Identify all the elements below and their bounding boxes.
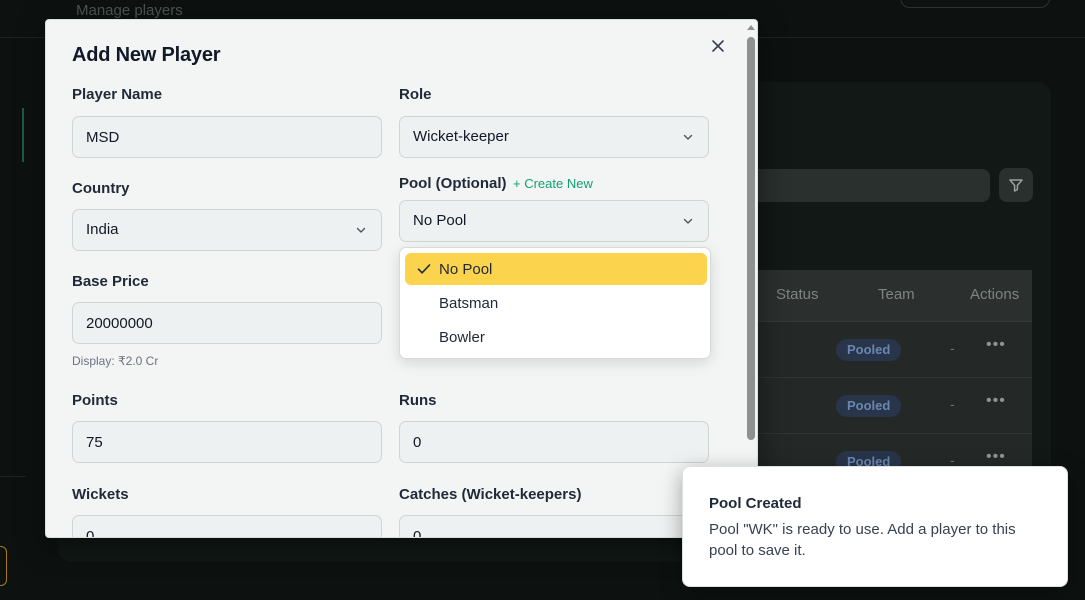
country-select[interactable]: India [72,209,382,251]
country-label: Country [72,180,130,197]
wickets-input[interactable] [72,515,382,537]
pool-option-no-pool[interactable]: No Pool [405,253,707,285]
player-name-input[interactable] [72,116,382,158]
pool-label: Pool (Optional) [399,175,507,192]
table-header: Status Team Actions [740,270,1032,322]
toast-notification: Pool Created Pool "WK" is ready to use. … [682,466,1068,587]
scroll-up-arrow-icon[interactable] [747,25,755,30]
chevron-down-icon [683,218,693,224]
more-actions-icon: ••• [986,336,1006,353]
table-row: Pooled - ••• [740,322,1032,378]
team-cell: - [950,396,955,412]
create-pool-link[interactable]: + Create New [513,176,593,191]
option-label: Batsman [439,295,499,312]
player-name-label: Player Name [72,86,163,103]
pool-dropdown-menu: No Pool Batsman Bowler [399,247,711,359]
toast-message: Pool "WK" is ready to use. Add a player … [709,521,1016,559]
top-action-button [900,0,1050,8]
page-subtitle: Manage players [76,2,183,19]
column-header-team: Team [878,286,915,303]
check-icon [417,264,431,274]
role-label: Role [399,86,432,103]
pool-option-bowler[interactable]: Bowler [405,321,707,353]
runs-input[interactable] [399,421,709,463]
option-label: No Pool [439,261,493,278]
role-select[interactable]: Wicket-keeper [399,116,709,158]
players-table: Status Team Actions Pooled - ••• Pooled … [740,270,1032,490]
role-select-value: Wicket-keeper [413,128,509,145]
country-select-value: India [86,221,119,238]
close-icon [712,40,724,52]
points-label: Points [72,392,118,409]
pool-option-batsman[interactable]: Batsman [405,287,707,319]
wickets-label: Wickets [72,486,129,503]
more-actions-icon: ••• [986,448,1006,465]
column-header-status: Status [776,286,819,303]
filter-icon [1009,179,1023,192]
base-price-label: Base Price [72,273,149,290]
points-input[interactable] [72,421,382,463]
team-cell: - [950,340,955,356]
more-actions-icon: ••• [986,392,1006,409]
search-input [740,169,990,202]
filter-button [999,168,1033,202]
toast-title: Pool Created [709,495,802,512]
option-label: Bowler [439,329,485,346]
base-price-display: Display: ₹2.0 Cr [72,354,159,368]
chevron-down-icon [683,134,693,140]
status-badge: Pooled [836,339,902,361]
pool-select[interactable]: No Pool [399,200,709,242]
runs-label: Runs [399,392,437,409]
pool-select-value: No Pool [413,212,467,229]
sidebar-divider [0,476,26,477]
close-button[interactable] [708,36,728,56]
sidebar-active-indicator [22,108,24,162]
sidebar-button [0,546,7,586]
table-row: Pooled - ••• [740,378,1032,434]
scrollbar-thumb[interactable] [747,37,755,440]
chevron-down-icon [356,227,366,233]
status-badge: Pooled [836,395,902,417]
catches-input[interactable] [399,515,709,537]
base-price-input[interactable] [72,302,382,344]
column-header-actions: Actions [970,286,1020,303]
modal-title: Add New Player [72,44,221,66]
catches-label: Catches (Wicket-keepers) [399,486,582,503]
